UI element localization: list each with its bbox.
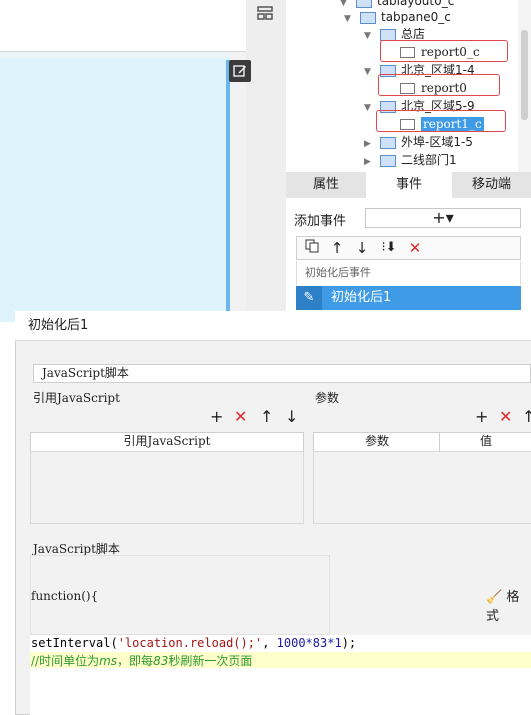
edit-icon[interactable]: [229, 60, 251, 82]
annotation-box: [378, 74, 500, 96]
collapse-arrow-icon[interactable]: ▼: [344, 10, 354, 28]
tab-attributes[interactable]: 属性: [286, 172, 366, 198]
canvas-selection-border: [226, 60, 230, 320]
collapse-arrow-icon[interactable]: ▼: [364, 99, 374, 117]
annotation-box: [376, 110, 506, 132]
format-button[interactable]: 🧹 格式: [486, 586, 531, 624]
move-up-ref-icon[interactable]: ↑: [260, 409, 273, 425]
tab-pane-icon: [360, 11, 376, 24]
move-up-icon[interactable]: ↑: [327, 238, 347, 258]
move-down-ref-icon[interactable]: ↓: [285, 409, 298, 425]
tab-icon: [380, 154, 396, 167]
side-toolstrip: [246, 0, 286, 322]
param-header-value: 值: [439, 432, 531, 452]
design-canvas[interactable]: [0, 52, 230, 322]
pencil-icon[interactable]: ✎: [296, 286, 322, 310]
widget-tree: ▼ tablayout0_c ▼ tabpane0_c ▼ 总店 report0_c …: [286, 0, 518, 172]
delete-ref-icon[interactable]: ✕: [234, 409, 247, 425]
tree-node[interactable]: ▶ 外埠-区域1-5: [364, 133, 473, 151]
param-header-name: 参数: [313, 432, 441, 452]
move-bottom-icon[interactable]: ⁝⬇: [379, 238, 399, 258]
delete-param-icon[interactable]: ✕: [499, 409, 512, 425]
dialog-title: 初始化后1: [15, 311, 531, 341]
tree-node[interactable]: ▶ 二线部门1: [364, 151, 457, 169]
script-type-select[interactable]: JavaScript脚本: [33, 364, 531, 383]
ref-js-grid[interactable]: [30, 451, 304, 524]
copy-icon[interactable]: [302, 238, 322, 258]
add-event-button[interactable]: +▾: [365, 208, 521, 228]
collapse-arrow-icon[interactable]: ▼: [364, 63, 374, 81]
annotation-box: [380, 40, 508, 62]
canvas-header: [0, 0, 246, 52]
tree-node[interactable]: ▼ tabpane0_c: [344, 8, 451, 26]
ref-js-header: 引用JavaScript: [30, 432, 304, 452]
move-down-icon[interactable]: ↓: [352, 238, 372, 258]
broom-icon: 🧹: [486, 590, 503, 605]
tab-layout-icon: [356, 0, 372, 8]
params-label: 参数: [315, 391, 340, 405]
tab-icon: [380, 136, 396, 149]
params-grid[interactable]: [313, 451, 531, 524]
ref-js-label: 引用JavaScript: [33, 391, 120, 405]
move-up-param-icon[interactable]: ↑: [522, 409, 531, 425]
expand-arrow-icon[interactable]: ▶: [364, 153, 374, 171]
event-caption: 初始化后事件: [296, 261, 521, 285]
add-param-icon[interactable]: +: [475, 409, 488, 425]
delete-icon[interactable]: ✕: [405, 238, 425, 258]
collapse-arrow-icon[interactable]: ▼: [364, 27, 374, 45]
layout-icon[interactable]: [256, 4, 274, 22]
tree-scrollbar-thumb[interactable]: [521, 30, 528, 120]
property-tabs: 属性 事件 移动端: [286, 172, 531, 198]
code-line: setInterval('location.reload();', 1000*8…: [31, 636, 357, 650]
tab-icon: [380, 28, 396, 41]
code-comment: //时间单位为ms，即每83秒刷新一次页面: [31, 654, 253, 668]
code-function-header: function(){: [31, 589, 99, 603]
canvas-gutter: [230, 52, 246, 322]
add-ref-icon[interactable]: +: [210, 409, 223, 425]
tab-events[interactable]: 事件: [366, 172, 452, 198]
event-item-selected[interactable]: ✎ 初始化后1: [296, 286, 521, 310]
add-event-label: 添加事件: [294, 214, 347, 229]
tab-mobile[interactable]: 移动端: [452, 172, 531, 198]
